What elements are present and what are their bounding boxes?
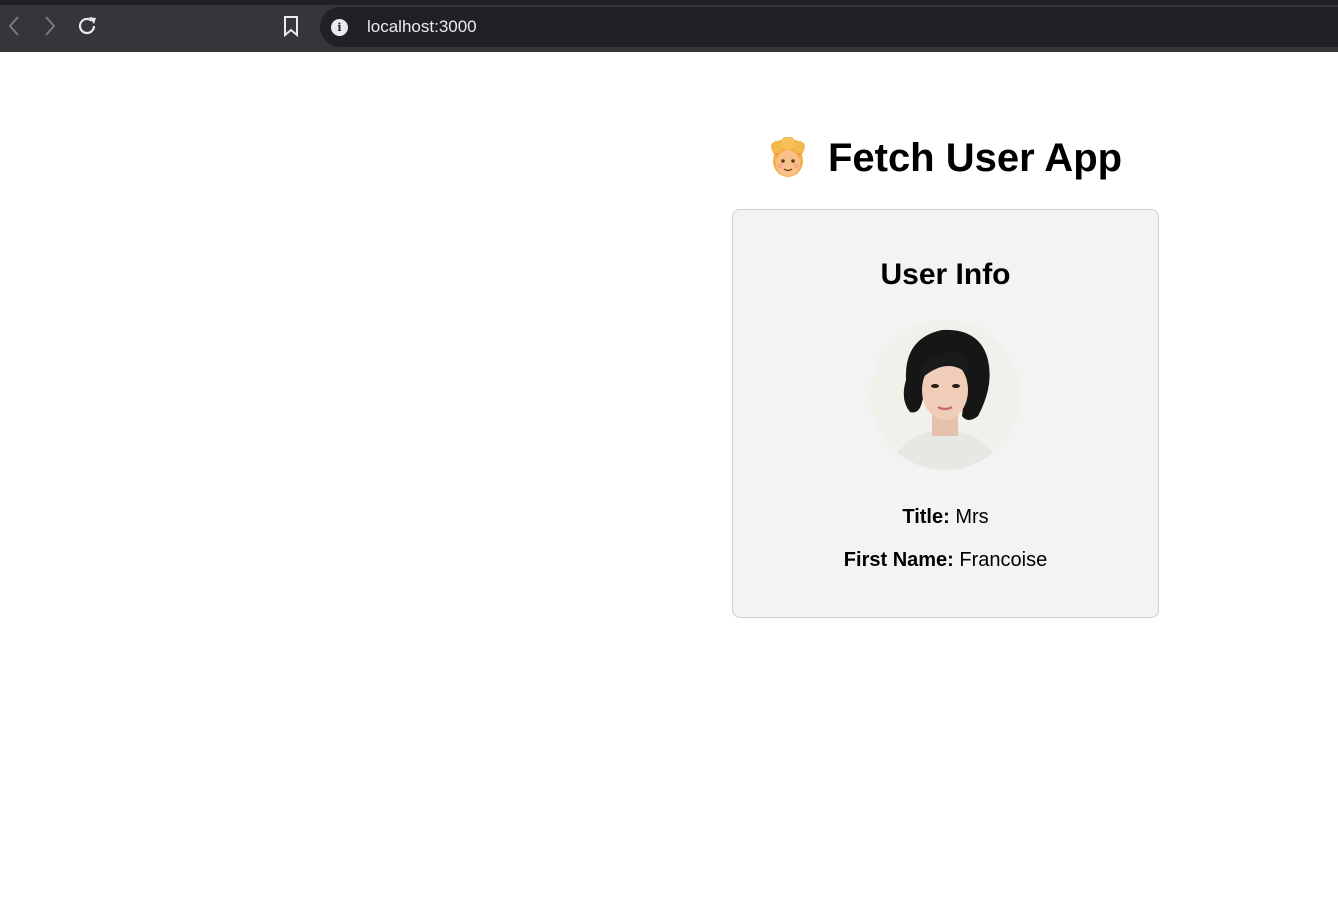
avatar xyxy=(870,320,1020,470)
url-text[interactable]: localhost:3000 xyxy=(367,17,477,37)
first-name-value: Francoise xyxy=(959,549,1048,571)
browser-toolbar: i localhost:3000 xyxy=(0,0,1338,52)
app-header: Fetch User App xyxy=(740,128,1150,188)
first-name-field: First Name: Francoise xyxy=(733,549,1158,572)
address-bar[interactable]: i localhost:3000 xyxy=(320,7,1338,47)
forward-button[interactable] xyxy=(37,13,63,39)
person-emoji-icon xyxy=(768,136,808,179)
chevron-right-icon xyxy=(45,16,56,36)
reload-button[interactable] xyxy=(74,13,100,39)
first-name-label: First Name: xyxy=(843,549,954,571)
card-heading: User Info xyxy=(880,258,1011,291)
bookmark-icon xyxy=(284,16,298,37)
title-value: Mrs xyxy=(955,506,989,528)
user-info-card: User Info Title: Mrs First Name: Francoi… xyxy=(732,209,1159,618)
back-button[interactable] xyxy=(1,13,27,39)
title-field: Title: Mrs xyxy=(733,506,1158,529)
title-label: Title: xyxy=(902,506,950,528)
bookmark-button[interactable] xyxy=(278,13,304,39)
info-icon[interactable]: i xyxy=(331,18,348,36)
chevron-left-icon xyxy=(8,16,19,36)
reload-icon xyxy=(78,17,96,35)
app-title: Fetch User App xyxy=(827,135,1123,180)
